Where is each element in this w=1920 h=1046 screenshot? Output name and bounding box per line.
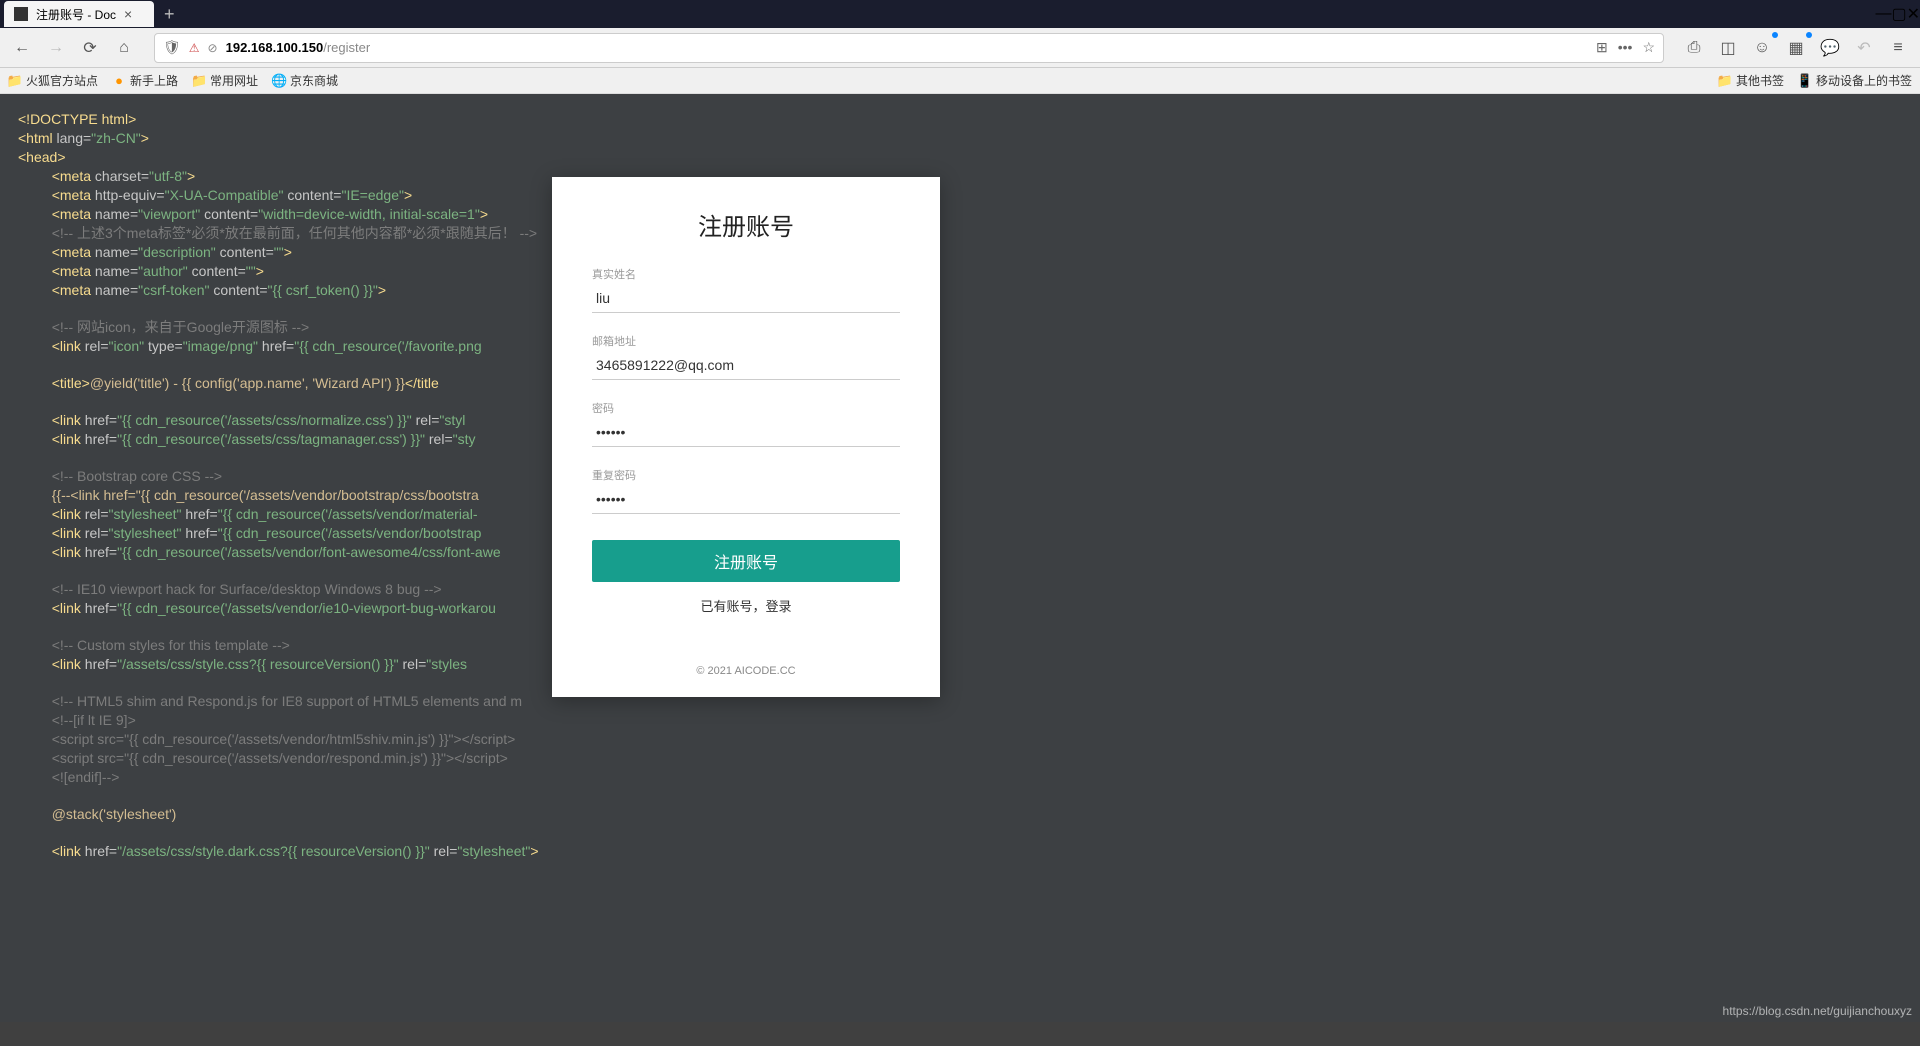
- password-input[interactable]: [592, 418, 900, 447]
- bookmarks-left: 📁火狐官方站点 ●新手上路 📁常用网址 🌐京东商城: [8, 72, 338, 89]
- tab-strip: 注册账号 - Doc × + — ▢ ✕: [0, 0, 1920, 28]
- bookmarks-bar: 📁火狐官方站点 ●新手上路 📁常用网址 🌐京东商城 📁其他书签 📱移动设备上的书…: [0, 68, 1920, 94]
- bookmark-jd[interactable]: 🌐京东商城: [272, 72, 338, 89]
- name-label: 真实姓名: [592, 266, 900, 282]
- mobile-icon: 📱: [1798, 74, 1812, 88]
- bookmark-getting-started[interactable]: ●新手上路: [112, 72, 178, 89]
- account-icon[interactable]: ☺: [1748, 34, 1776, 62]
- modal-title: 注册账号: [592, 207, 900, 242]
- bookmark-mobile[interactable]: 📱移动设备上的书签: [1798, 72, 1912, 89]
- bookmark-common[interactable]: 📁常用网址: [192, 72, 258, 89]
- back-button[interactable]: ←: [8, 34, 36, 62]
- close-tab-icon[interactable]: ×: [124, 6, 132, 22]
- bookmark-firefox[interactable]: 📁火狐官方站点: [8, 72, 98, 89]
- folder-icon: 📁: [192, 74, 206, 88]
- confirm-password-input[interactable]: [592, 485, 900, 514]
- minimize-button[interactable]: —: [1875, 5, 1891, 23]
- undo-nav-icon[interactable]: ↶: [1850, 34, 1878, 62]
- page-content: <!DOCTYPE html> <html lang="zh-CN"> <hea…: [0, 94, 1920, 1022]
- chat-icon[interactable]: 💬: [1816, 34, 1844, 62]
- library-icon[interactable]: ⎙: [1680, 34, 1708, 62]
- qr-icon[interactable]: ⊞: [1596, 39, 1608, 56]
- permission-icon[interactable]: ⊘: [208, 41, 218, 55]
- bookmarks-right: 📁其他书签 📱移动设备上的书签: [1718, 72, 1912, 89]
- hamburger-menu-icon[interactable]: ≡: [1884, 34, 1912, 62]
- bookmark-other[interactable]: 📁其他书签: [1718, 72, 1784, 89]
- tab-title: 注册账号 - Doc: [36, 6, 116, 23]
- password-label: 密码: [592, 400, 900, 416]
- forward-button[interactable]: →: [42, 34, 70, 62]
- file-icon: [14, 7, 28, 21]
- register-modal: 注册账号 真实姓名 邮箱地址 密码 重复密码 注册账号 已有账号，登录 © 20…: [552, 177, 940, 697]
- login-link[interactable]: 已有账号，登录: [592, 596, 900, 615]
- source-code-background: <!DOCTYPE html> <html lang="zh-CN"> <hea…: [0, 94, 1920, 877]
- url-bar[interactable]: 🛡 ⚠ ⊘ 192.168.100.150/register ⊞ ••• ☆: [154, 33, 1664, 63]
- browser-tab[interactable]: 注册账号 - Doc ×: [4, 1, 154, 27]
- name-input[interactable]: [592, 284, 900, 313]
- navigation-bar: ← → ⟳ ⌂ 🛡 ⚠ ⊘ 192.168.100.150/register ⊞…: [0, 28, 1920, 68]
- firefox-icon: ●: [112, 74, 126, 88]
- email-label: 邮箱地址: [592, 333, 900, 349]
- close-window-button[interactable]: ✕: [1907, 4, 1920, 24]
- copyright-text: © 2021 AICODE.CC: [592, 665, 900, 677]
- url-text: 192.168.100.150/register: [226, 40, 1588, 55]
- menu-dots-icon[interactable]: •••: [1618, 39, 1633, 56]
- submit-button[interactable]: 注册账号: [592, 540, 900, 582]
- shield-icon[interactable]: 🛡: [163, 39, 181, 56]
- watermark: https://blog.csdn.net/guijianchouxyz: [1723, 1004, 1912, 1018]
- globe-icon: 🌐: [272, 74, 286, 88]
- folder-icon: 📁: [1718, 74, 1732, 88]
- insecure-icon[interactable]: ⚠: [189, 41, 200, 55]
- sidebar-icon[interactable]: ◫: [1714, 34, 1742, 62]
- folder-icon: 📁: [8, 74, 22, 88]
- reload-button[interactable]: ⟳: [76, 34, 104, 62]
- extensions-icon[interactable]: ▦: [1782, 34, 1810, 62]
- confirm-label: 重复密码: [592, 467, 900, 483]
- email-input[interactable]: [592, 351, 900, 380]
- home-button[interactable]: ⌂: [110, 34, 138, 62]
- new-tab-button[interactable]: +: [154, 4, 185, 25]
- bookmark-star-icon[interactable]: ☆: [1642, 39, 1655, 56]
- maximize-button[interactable]: ▢: [1891, 4, 1906, 24]
